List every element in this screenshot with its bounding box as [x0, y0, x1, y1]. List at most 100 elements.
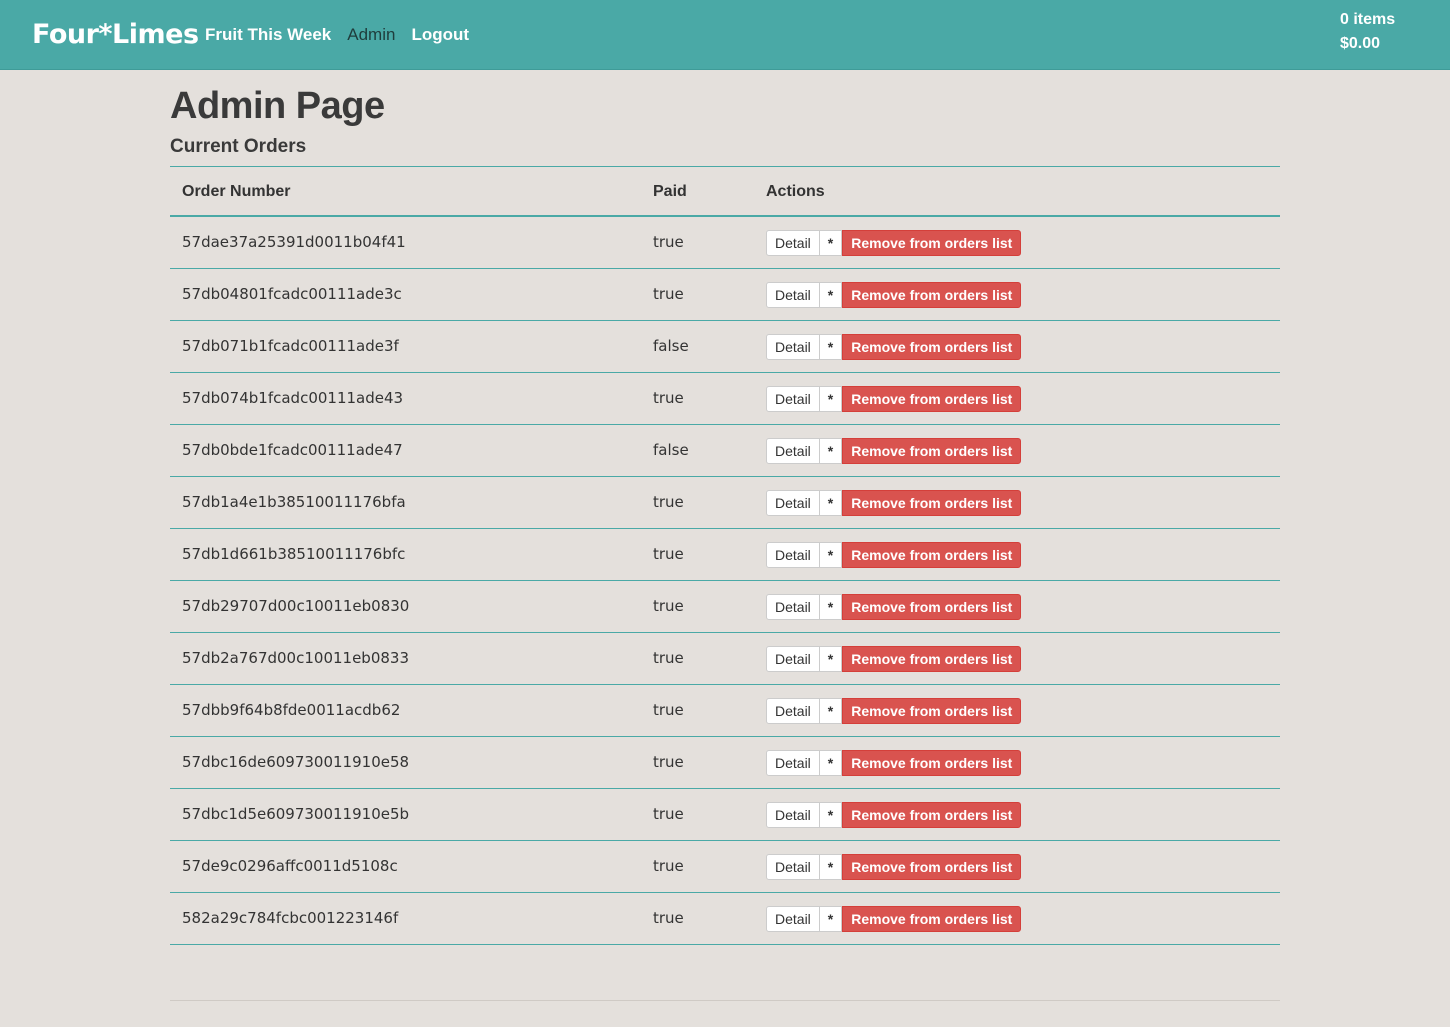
- cart-summary[interactable]: 0 items $0.00: [1340, 8, 1395, 56]
- order-number: 57db074b1fcadc00111ade43: [182, 389, 404, 407]
- order-number: 57db0bde1fcadc00111ade47: [182, 441, 403, 459]
- orders-table: Order Number Paid Actions 57dae37a25391d…: [170, 166, 1280, 945]
- order-number: 582a29c784fcbc001223146f: [182, 909, 399, 927]
- paid-status: true: [653, 597, 684, 615]
- nav-link-fruit-this-week[interactable]: Fruit This Week: [205, 24, 331, 46]
- detail-button[interactable]: Detail: [766, 594, 820, 620]
- star-button[interactable]: *: [819, 438, 843, 464]
- star-button[interactable]: *: [819, 542, 843, 568]
- paid-status: true: [653, 389, 684, 407]
- table-row: 57db071b1fcadc00111ade3f false Detail * Remo…: [170, 321, 1280, 373]
- star-button[interactable]: *: [819, 854, 843, 880]
- row-actions: Detail * Remove from orders list: [766, 490, 1022, 516]
- detail-button[interactable]: Detail: [766, 750, 820, 776]
- remove-from-orders-button[interactable]: Remove from orders list: [842, 334, 1022, 360]
- paid-status: true: [653, 753, 684, 771]
- row-actions: Detail * Remove from orders list: [766, 438, 1022, 464]
- detail-button[interactable]: Detail: [766, 854, 820, 880]
- star-button[interactable]: *: [819, 750, 843, 776]
- table-row: 57dbc16de609730011910e58 true Detail * Remov…: [170, 737, 1280, 789]
- order-number: 57dae37a25391d0011b04f41: [182, 233, 406, 251]
- detail-button[interactable]: Detail: [766, 542, 820, 568]
- paid-status: true: [653, 857, 684, 875]
- order-number: 57db04801fcadc00111ade3c: [182, 285, 402, 303]
- table-row: 57dbb9f64b8fde0011acdb62 true Detail * Remov…: [170, 685, 1280, 737]
- remove-from-orders-button[interactable]: Remove from orders list: [842, 802, 1022, 828]
- row-actions: Detail * Remove from orders list: [766, 230, 1022, 256]
- detail-button[interactable]: Detail: [766, 386, 820, 412]
- cart-total: $0.00: [1340, 35, 1381, 52]
- remove-from-orders-button[interactable]: Remove from orders list: [842, 646, 1022, 672]
- paid-status: false: [653, 337, 689, 355]
- page-title: Admin Page: [170, 85, 385, 127]
- remove-from-orders-button[interactable]: Remove from orders list: [842, 698, 1022, 724]
- remove-from-orders-button[interactable]: Remove from orders list: [842, 750, 1022, 776]
- table-row: 57db2a767d00c10011eb0833 true Detail * Remov…: [170, 633, 1280, 685]
- paid-status: false: [653, 441, 689, 459]
- star-button[interactable]: *: [819, 334, 843, 360]
- row-actions: Detail * Remove from orders list: [766, 646, 1022, 672]
- remove-from-orders-button[interactable]: Remove from orders list: [842, 282, 1022, 308]
- row-actions: Detail * Remove from orders list: [766, 542, 1022, 568]
- table-row: 57db1a4e1b38510011176bfa true Detail * Remov…: [170, 477, 1280, 529]
- star-button[interactable]: *: [819, 802, 843, 828]
- brand-logo[interactable]: Four*Limes: [32, 17, 199, 53]
- header-paid: Paid: [653, 183, 687, 200]
- detail-button[interactable]: Detail: [766, 802, 820, 828]
- star-button[interactable]: *: [819, 230, 843, 256]
- row-actions: Detail * Remove from orders list: [766, 594, 1022, 620]
- star-button[interactable]: *: [819, 282, 843, 308]
- detail-button[interactable]: Detail: [766, 490, 820, 516]
- section-title: Current Orders: [170, 136, 307, 157]
- remove-from-orders-button[interactable]: Remove from orders list: [842, 490, 1022, 516]
- detail-button[interactable]: Detail: [766, 230, 820, 256]
- nav-links: Fruit This Week Admin Logout: [205, 24, 485, 46]
- nav-link-logout[interactable]: Logout: [411, 24, 469, 46]
- table-row: 57db1d661b38510011176bfc true Detail * Remov…: [170, 529, 1280, 581]
- remove-from-orders-button[interactable]: Remove from orders list: [842, 542, 1022, 568]
- paid-status: true: [653, 233, 684, 251]
- detail-button[interactable]: Detail: [766, 334, 820, 360]
- detail-button[interactable]: Detail: [766, 906, 820, 932]
- order-number: 57db1d661b38510011176bfc: [182, 545, 406, 563]
- remove-from-orders-button[interactable]: Remove from orders list: [842, 906, 1022, 932]
- paid-status: true: [653, 805, 684, 823]
- order-number: 57db071b1fcadc00111ade3f: [182, 337, 399, 355]
- remove-from-orders-button[interactable]: Remove from orders list: [842, 230, 1022, 256]
- star-button[interactable]: *: [819, 490, 843, 516]
- detail-button[interactable]: Detail: [766, 646, 820, 672]
- table-row: 57db074b1fcadc00111ade43 true Detail * Remov…: [170, 373, 1280, 425]
- row-actions: Detail * Remove from orders list: [766, 282, 1022, 308]
- detail-button[interactable]: Detail: [766, 438, 820, 464]
- order-number: 57de9c0296affc0011d5108c: [182, 857, 398, 875]
- order-number: 57db29707d00c10011eb0830: [182, 597, 410, 615]
- order-number: 57dbc16de609730011910e58: [182, 753, 410, 771]
- table-row: 57dbc1d5e609730011910e5b true Detail * Remov…: [170, 789, 1280, 841]
- detail-button[interactable]: Detail: [766, 698, 820, 724]
- row-actions: Detail * Remove from orders list: [766, 750, 1022, 776]
- remove-from-orders-button[interactable]: Remove from orders list: [842, 386, 1022, 412]
- paid-status: true: [653, 909, 684, 927]
- remove-from-orders-button[interactable]: Remove from orders list: [842, 594, 1022, 620]
- star-button[interactable]: *: [819, 386, 843, 412]
- star-button[interactable]: *: [819, 594, 843, 620]
- table-row: 582a29c784fcbc001223146f true Detail * Remov…: [170, 893, 1280, 945]
- table-row: 57dae37a25391d0011b04f41 true Detail * Remov…: [170, 217, 1280, 269]
- remove-from-orders-button[interactable]: Remove from orders list: [842, 854, 1022, 880]
- cart-item-count: 0 items: [1340, 11, 1396, 28]
- nav-link-admin[interactable]: Admin: [347, 24, 395, 46]
- star-button[interactable]: *: [819, 906, 843, 932]
- footer-divider: [170, 1000, 1280, 1001]
- row-actions: Detail * Remove from orders list: [766, 906, 1022, 932]
- order-number: 57db2a767d00c10011eb0833: [182, 649, 409, 667]
- navbar: Four*Limes Fruit This Week Admin Logout …: [0, 0, 1450, 70]
- row-actions: Detail * Remove from orders list: [766, 334, 1022, 360]
- row-actions: Detail * Remove from orders list: [766, 386, 1022, 412]
- remove-from-orders-button[interactable]: Remove from orders list: [842, 438, 1022, 464]
- row-actions: Detail * Remove from orders list: [766, 698, 1022, 724]
- star-button[interactable]: *: [819, 646, 843, 672]
- star-button[interactable]: *: [819, 698, 843, 724]
- paid-status: true: [653, 545, 684, 563]
- detail-button[interactable]: Detail: [766, 282, 820, 308]
- order-number: 57dbc1d5e609730011910e5b: [182, 805, 410, 823]
